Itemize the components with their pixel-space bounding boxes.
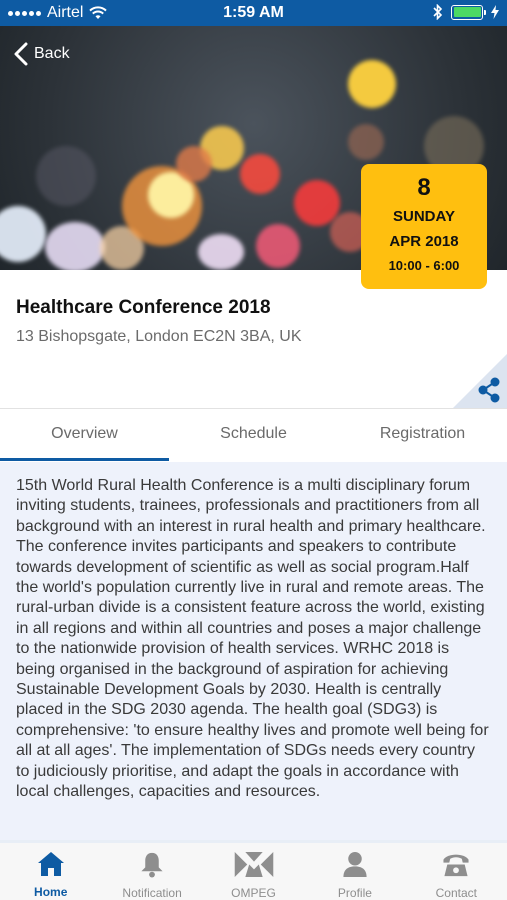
tab-schedule[interactable]: Schedule [169,409,338,462]
event-hours: 10:00 - 6:00 [388,258,460,273]
overview-panel[interactable]: 15th World Rural Health Conference is a … [0,462,507,840]
nav-ompeg[interactable]: OMPEG [203,843,304,900]
bluetooth-icon [433,4,443,20]
nav-profile-label: Profile [337,886,372,900]
back-button[interactable]: Back [14,42,70,66]
nav-profile[interactable]: Profile [304,843,405,900]
nav-notification-label: Notification [122,886,182,900]
chevron-left-icon [14,42,28,66]
bell-icon [141,852,163,878]
profile-icon [343,851,367,878]
nav-contact[interactable]: Contact [406,843,507,900]
nav-notification[interactable]: Notification [101,843,202,900]
status-bar: Airtel 1:59 AM [0,0,507,26]
event-day: 8 [417,174,431,201]
status-right [433,4,499,20]
home-icon [37,852,64,876]
event-title: Healthcare Conference 2018 [16,297,271,318]
bottom-nav: Home Notification OMPEG Profile Contact [0,840,507,900]
nav-home-label: Home [34,885,68,899]
tab-overview[interactable]: Overview [0,409,169,462]
event-address: 13 Bishopsgate, London EC2N 3BA, UK [16,328,302,345]
overview-text: 15th World Rural Health Conference is a … [16,477,489,801]
share-button[interactable] [453,354,507,408]
ompeg-logo-icon [234,851,273,878]
status-time: 1:59 AM [223,4,284,21]
charging-icon [491,5,499,19]
tab-bar: Overview Schedule Registration [0,408,507,462]
nav-home[interactable]: Home [0,843,101,900]
event-weekday: SUNDAY [393,208,455,225]
event-date-box: 8 SUNDAY APR 2018 10:00 - 6:00 [361,164,487,289]
tab-registration[interactable]: Registration [338,409,507,462]
nav-ompeg-label: OMPEG [231,886,276,900]
event-info: Healthcare Conference 2018 13 Bishopsgat… [0,270,507,408]
back-label: Back [34,45,70,62]
battery-icon [451,4,486,20]
phone-icon [443,854,469,877]
nav-contact-label: Contact [435,886,477,900]
event-month-year: APR 2018 [389,233,459,250]
